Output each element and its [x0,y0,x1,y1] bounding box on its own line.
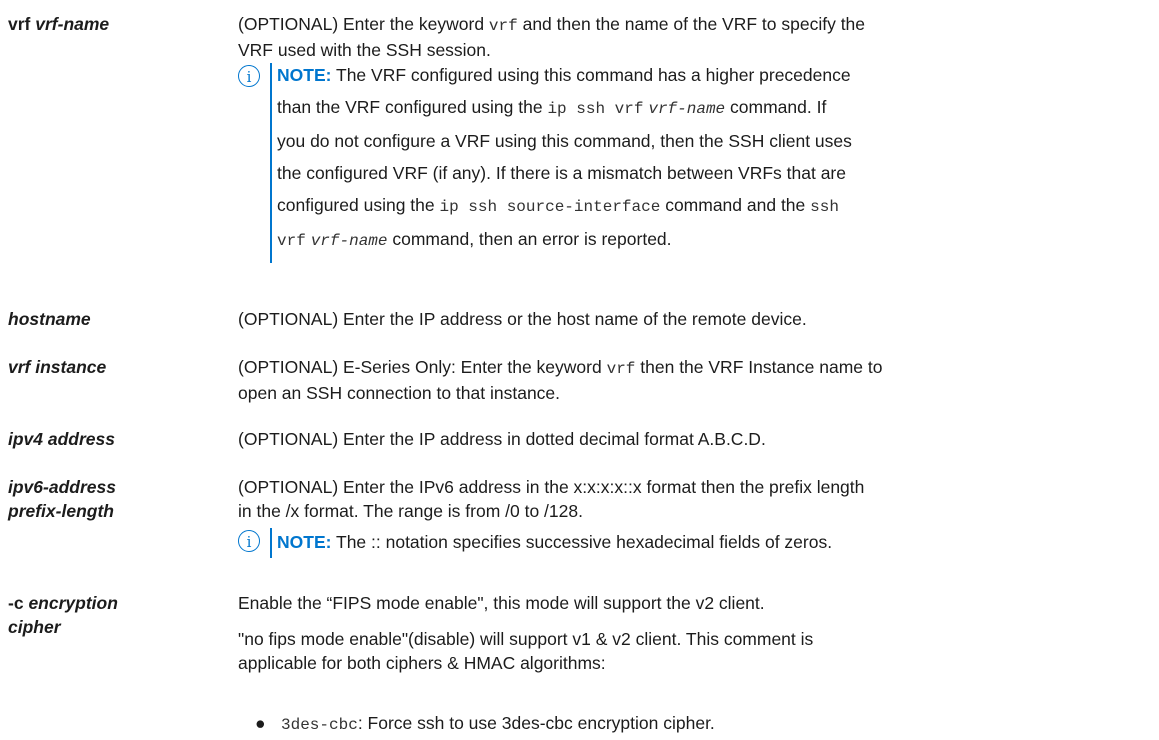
param-desc-ipv4-address: (OPTIONAL) Enter the IP address in dotte… [238,427,1138,451]
desc-code: vrf [488,17,518,35]
desc-text: and then the name of the VRF to specify … [517,14,866,34]
note-text: NOTE: The VRF configured using this comm… [277,59,1137,257]
note-code-arg: vrf-name [648,100,726,118]
note-code: ip ssh vrf [547,100,644,118]
param-desc-hostname: (OPTIONAL) Enter the IP address or the h… [238,307,1138,331]
note-line: than the VRF configured using the [277,97,548,117]
term-argument: hostname [8,309,91,329]
note-code-arg: vrf-name [310,232,388,250]
note-line: the configured VRF (if any). If there is… [277,163,846,183]
param-desc-encryption-cipher: Enable the “FIPS mode enable", this mode… [238,591,1138,675]
param-term-ipv6-prefix: ipv6-address prefix-length [8,475,198,523]
desc-text: (OPTIONAL) Enter the keyword [238,14,489,34]
note-code: ssh [810,198,839,216]
param-term-vrf-instance: vrf instance [8,355,198,379]
note-line: command and the [660,195,811,215]
note-ipv6-notation: i NOTE: The :: notation specifies succes… [238,528,1138,558]
note-label: NOTE: [277,532,332,552]
term-argument: vrf-name [35,14,110,34]
info-circle-icon: i [238,65,260,87]
desc-text: Enable the “FIPS mode enable", this mode… [238,593,765,613]
desc-text: (OPTIONAL) Enter the IPv6 address in the… [238,477,865,497]
document-page: vrf vrf-name (OPTIONAL) Enter the keywor… [0,0,1159,740]
bullet-icon: ● [255,713,266,733]
term-argument: encryption [28,593,118,613]
note-label: NOTE: [277,65,332,85]
param-desc-ipv6-prefix: (OPTIONAL) Enter the IPv6 address in the… [238,475,1138,523]
note-line: configured using the [277,195,440,215]
desc-text: in the /x format. The range is from /0 t… [238,501,583,521]
list-item-text: : Force ssh to use 3des-cbc encryption c… [357,713,715,733]
term-argument: prefix-length [8,501,114,521]
note-text: NOTE: The :: notation specifies successi… [277,526,1137,558]
param-term-hostname: hostname [8,307,198,331]
param-desc-vrf-name: (OPTIONAL) Enter the keyword vrf and the… [238,12,1138,62]
desc-text: applicable for both ciphers & HMAC algor… [238,653,606,673]
note-line: command, then an error is reported. [387,229,672,249]
desc-text: then the VRF Instance name to [635,357,883,377]
note-line: The :: notation specifies successive hex… [331,532,833,552]
note-vrf-precedence: i NOTE: The VRF configured using this co… [238,63,1138,263]
param-term-vrf-name: vrf vrf-name [8,12,198,36]
desc-text: "no fips mode enable"(disable) will supp… [238,629,814,649]
desc-text: (OPTIONAL) Enter the IP address or the h… [238,309,807,329]
term-argument: vrf instance [8,357,107,377]
list-item-code: 3des-cbc [281,716,358,734]
note-code: ip ssh source-interface [439,198,661,216]
desc-code: vrf [606,360,636,378]
note-divider [270,63,272,263]
param-term-encryption-cipher: -c encryption cipher [8,591,198,639]
desc-text: (OPTIONAL) E-Series Only: Enter the keyw… [238,357,607,377]
desc-text: (OPTIONAL) Enter the IP address in dotte… [238,429,766,449]
list-item: ● 3des-cbc: Force ssh to use 3des-cbc enc… [255,711,715,737]
term-argument: ipv4 address [8,429,115,449]
param-term-ipv4-address: ipv4 address [8,427,198,451]
note-divider [270,528,272,558]
param-desc-vrf-instance: (OPTIONAL) E-Series Only: Enter the keyw… [238,355,1138,405]
info-circle-icon: i [238,530,260,552]
note-line: The VRF configured using this command ha… [331,65,851,85]
note-code: vrf [277,232,306,250]
note-line: command. If [725,97,827,117]
note-line: you do not configure a VRF using this co… [277,131,852,151]
term-keyword: -c [8,593,24,613]
term-argument: cipher [8,617,61,637]
term-keyword: vrf [8,14,31,34]
term-argument: ipv6-address [8,477,116,497]
desc-text: open an SSH connection to that instance. [238,383,561,403]
